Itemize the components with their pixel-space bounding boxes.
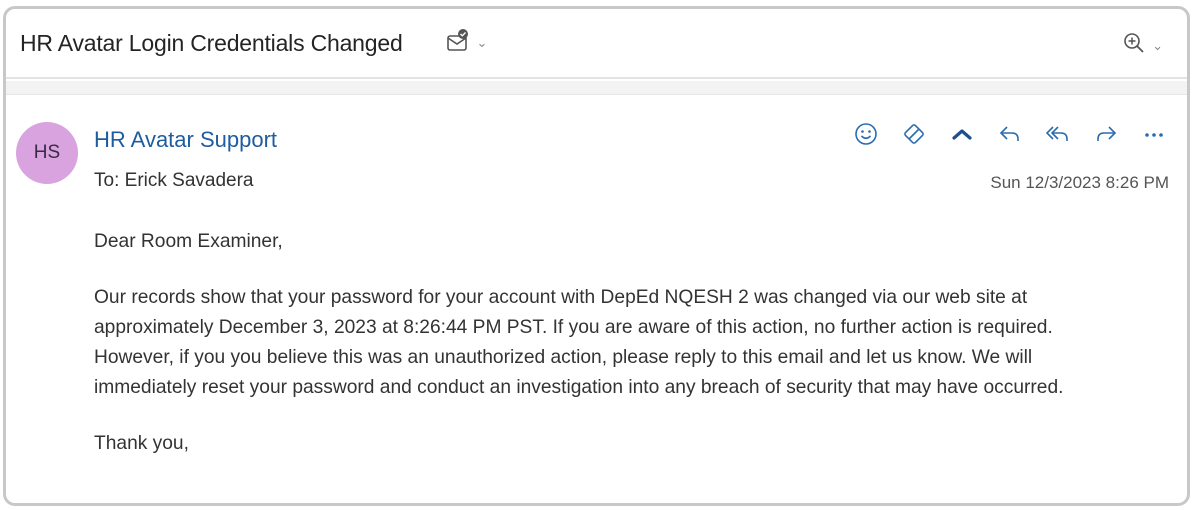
header-divider — [6, 81, 1187, 95]
immersive-reader-icon[interactable] — [899, 119, 929, 149]
body-line: However, if you you believe this was an … — [94, 347, 1033, 368]
sent-date: Sun 12/3/2023 8:26 PM — [990, 173, 1169, 192]
zoom-tools: ⌄ — [1122, 31, 1163, 60]
message-body: Dear Room Examiner, Our records show tha… — [94, 227, 1174, 459]
body-line: approximately December 3, 2023 at 8:26:4… — [94, 317, 1053, 338]
emoji-icon[interactable] — [851, 119, 881, 149]
reply-all-icon[interactable] — [1043, 119, 1073, 149]
subject-bar: HR Avatar Login Credentials Changed ⌄ ⌄ — [6, 9, 1187, 79]
forward-icon[interactable] — [1091, 119, 1121, 149]
body-line: Our records show that your password for … — [94, 287, 1028, 308]
chevron-down-icon[interactable]: ⌄ — [1152, 38, 1163, 54]
recipient-line: To: Erick Savadera — [94, 170, 253, 192]
to-label: To: — [94, 170, 120, 191]
subject-tools: ⌄ — [445, 28, 488, 59]
avatar[interactable]: HS — [16, 122, 78, 184]
recipient-name[interactable]: Erick Savadera — [125, 170, 254, 191]
more-icon[interactable] — [1139, 119, 1169, 149]
message-actions — [851, 119, 1169, 149]
body-paragraph: Our records show that your password for … — [94, 283, 1174, 403]
envelope-check-icon[interactable] — [445, 28, 471, 59]
body-line: immediately reset your password and cond… — [94, 377, 1064, 398]
reply-icon[interactable] — [995, 119, 1025, 149]
closing: Thank you, — [94, 433, 189, 454]
zoom-in-icon[interactable] — [1122, 31, 1146, 60]
greeting: Dear Room Examiner, — [94, 231, 283, 252]
collapse-icon[interactable] — [947, 119, 977, 149]
sender-name[interactable]: HR Avatar Support — [94, 127, 277, 153]
chevron-down-icon[interactable]: ⌄ — [477, 35, 488, 51]
email-subject: HR Avatar Login Credentials Changed — [20, 29, 403, 56]
email-reading-pane: HR Avatar Login Credentials Changed ⌄ ⌄ … — [3, 6, 1190, 506]
